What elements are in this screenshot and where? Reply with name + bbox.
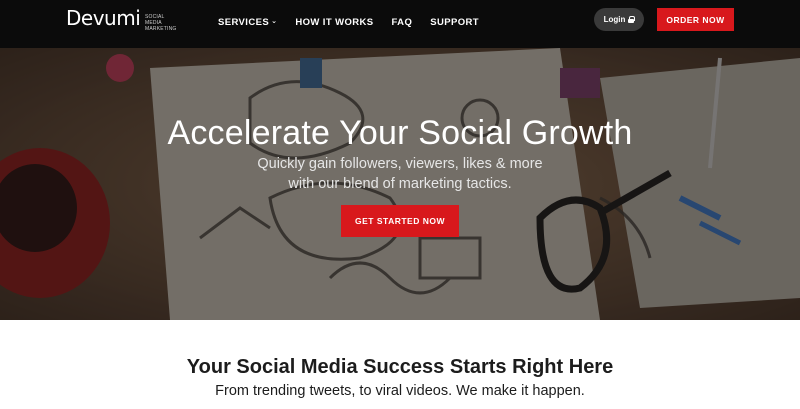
lock-icon xyxy=(628,16,636,23)
nav-item-services[interactable]: SERVICES ⌄ xyxy=(218,17,277,28)
brand-name: Devumi xyxy=(66,6,141,30)
get-started-button[interactable]: GET STARTED NOW xyxy=(341,205,459,237)
nav-item-faq[interactable]: FAQ xyxy=(392,17,413,28)
hero-section: Accelerate Your Social Growth Quickly ga… xyxy=(0,48,800,320)
login-button[interactable]: Login xyxy=(594,8,644,31)
hero-subtitle: Quickly gain followers, viewers, likes &… xyxy=(0,154,800,194)
nav-item-label: SERVICES xyxy=(218,17,270,28)
order-now-button[interactable]: ORDER NOW xyxy=(657,8,734,31)
nav-item-how-it-works[interactable]: HOW IT WORKS xyxy=(295,17,373,28)
get-started-label: GET STARTED NOW xyxy=(355,216,445,226)
login-label: Login xyxy=(603,15,626,24)
nav-item-label: SUPPORT xyxy=(430,17,479,28)
main-nav: SERVICES ⌄ HOW IT WORKS FAQ SUPPORT xyxy=(218,17,497,28)
chevron-down-icon: ⌄ xyxy=(271,18,278,25)
site-header: Devumi SOCIAL MEDIA MARKETING SERVICES ⌄… xyxy=(0,0,800,48)
brand-tagline: SOCIAL MEDIA MARKETING xyxy=(145,14,177,32)
hero-subtitle-line: Quickly gain followers, viewers, likes &… xyxy=(257,156,543,172)
order-now-label: ORDER NOW xyxy=(666,14,725,25)
hero-title: Accelerate Your Social Growth xyxy=(167,114,633,152)
nav-item-support[interactable]: SUPPORT xyxy=(430,17,479,28)
section-subtitle: From trending tweets, to viral videos. W… xyxy=(215,383,585,399)
nav-item-label: FAQ xyxy=(391,17,413,28)
nav-item-label: HOW IT WORKS xyxy=(295,17,374,28)
hero-subtitle-line: with our blend of marketing tactics. xyxy=(288,176,512,192)
section-title: Your Social Media Success Starts Right H… xyxy=(186,356,614,378)
